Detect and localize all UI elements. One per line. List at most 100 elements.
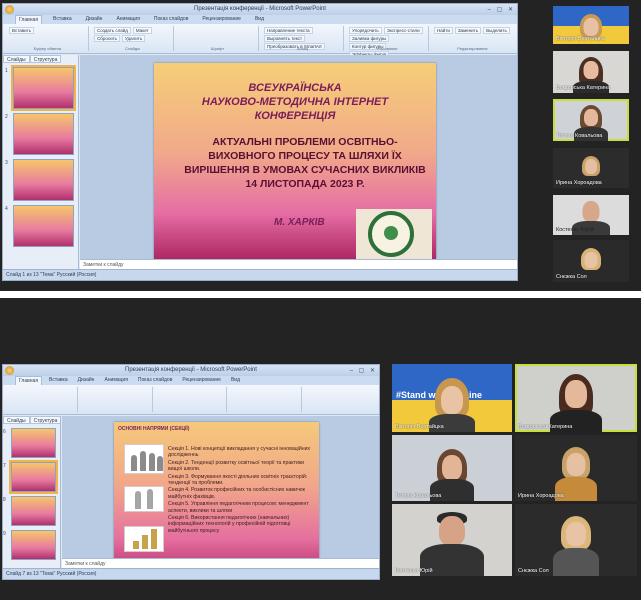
slide-edit-area: ВСЕУКРАЇНСЬКА НАУКОВО-МЕТОДИЧНА ІНТЕРНЕТ… [80,55,517,263]
current-slide[interactable]: ОСНОВНІ НАПРЯМИ (СЕКЦІЇ) Секція 1. Нові … [114,422,319,568]
slide-thumbnail[interactable]: 1 [5,65,76,111]
shape-fill-button[interactable]: Заливка фигуры [349,35,390,42]
arrange-button[interactable]: Упорядочить [349,27,382,34]
participant-name: Костенко Юрій [556,227,594,233]
title-line: 14 ЛИСТОПАДА 2023 Р. [245,178,365,190]
figure [133,541,139,549]
layout-button[interactable]: Макет [132,27,152,34]
tab-outline[interactable]: Структура [29,416,60,424]
slide-thumbnail[interactable]: 3 [5,159,74,201]
participant-tile[interactable]: Тетяна Ковальова [392,435,512,501]
tab-home[interactable]: Главная [15,376,43,385]
quick-styles-button[interactable]: Экспресс-стили [383,27,423,34]
tab-view[interactable]: Вид [252,15,267,24]
tab-slides[interactable]: Слайды [3,55,30,63]
participant-tile[interactable]: Вікторія Вертайцка [553,6,629,44]
ribbon-group [230,387,302,412]
window-titlebar: Презентація конференції - Microsoft Powe… [3,365,379,376]
workspace: Слайды Структура 1 2 3 4 ВСЕУКРАЇНСЬКА Н… [3,55,517,269]
slide-number: 8 [3,497,6,503]
slide-number: 1 [5,68,8,74]
participant-name: Богдорська Катерина [556,85,611,91]
tab-insert[interactable]: Вставка [46,376,71,385]
slide-thumbnails-pane: Слайды Структура 1 2 3 4 [3,55,79,269]
replace-button[interactable]: Заменить [454,27,482,34]
tab-slides[interactable]: Слайды [3,416,30,424]
slide-thumbnail[interactable]: 7 [3,460,58,494]
participant-tile[interactable]: Снєжка Сол [515,504,637,576]
tab-design[interactable]: Дизайн [83,15,106,24]
participant-tile[interactable]: Богдорська Катерина [515,364,637,432]
text-direction-button[interactable]: Направление текста [264,27,313,34]
slide-number: 2 [5,114,8,120]
notes-field[interactable]: Заметки к слайду [80,259,517,269]
tab-insert[interactable]: Вставка [50,15,75,24]
participant-tile[interactable]: Тетяна Ковальова [553,99,629,141]
participant-name: Вікторія Вертайцка [556,36,605,42]
avatar [553,548,599,576]
office-button-icon[interactable] [5,5,14,14]
current-slide[interactable]: ВСЕУКРАЇНСЬКА НАУКОВО-МЕТОДИЧНА ІНТЕРНЕТ… [154,63,436,263]
ribbon-group-drawing: Упорядочить Экспресс-стили Заливка фигур… [347,26,429,58]
participant-tile[interactable]: #Stand with Ukraine Вікторія Вертайцка [392,364,512,432]
slide-thumbnail[interactable]: 6 [3,428,56,458]
tab-design[interactable]: Дизайн [75,376,98,385]
window-title: Презентація конференції - Microsoft Powe… [194,6,326,12]
participant-tile[interactable]: Богдорська Катерина [553,51,629,93]
reset-button[interactable]: Сбросить [94,35,121,42]
participant-tile[interactable]: Снєжка Сол [553,240,629,282]
slide-city: М. ХАРКІВ [274,217,325,228]
figure [151,529,157,549]
figure [157,456,163,471]
slide-thumbnail[interactable]: 4 [5,205,74,247]
tab-review[interactable]: Рецензирование [199,15,244,24]
select-button[interactable]: Выделить [483,27,510,34]
sections-list: Секція 1. Нові концепції викладання у су… [168,446,311,535]
slide-thumbnail[interactable]: 2 [5,113,74,155]
title-line: ВИРІШЕННЯ В УМОВАХ СУЧАСНИХ ВИКЛИКІВ [184,164,426,176]
ribbon: Вставить Буфер обмена Создать слайд Маке… [3,24,517,58]
figure [131,455,137,471]
participant-tile[interactable]: Ирина Хороадова [553,148,629,188]
status-bar: Слайд 7 из 13 "Тема" Русский (Россия) [3,568,379,579]
tab-home[interactable]: Главная [15,15,43,24]
heading-line: КОНФЕРЕНЦІЯ [254,110,336,122]
ribbon-group [81,387,153,412]
slide-thumbnail[interactable]: 8 [3,496,56,526]
find-button[interactable]: Найти [434,27,453,34]
tab-slideshow[interactable]: Показ слайдов [135,376,175,385]
participant-name: Снєжка Сол [556,274,587,280]
tab-review[interactable]: Рецензирование [179,376,224,385]
figure [147,489,153,509]
powerpoint-window: Презентація конференції - Microsoft Powe… [2,364,380,580]
university-emblem-logo [356,209,432,259]
slide-thumbnail[interactable]: 9 [3,530,56,560]
participant-tile[interactable]: Костенко Юрій [553,195,629,235]
notes-field[interactable]: Заметки к слайду [62,558,379,568]
participant-tile[interactable]: Ирина Хороадова [515,435,637,501]
slide-number: 7 [3,463,6,469]
align-text-button[interactable]: Выровнять текст [264,35,306,42]
paste-button[interactable]: Вставить [9,27,35,34]
pane-tabs: Слайды Структура [3,416,60,424]
tab-animation[interactable]: Анимация [113,15,142,24]
tab-slideshow[interactable]: Показ слайдов [151,15,191,24]
ribbon-group-label: Шрифт [210,46,225,51]
participant-tile[interactable]: Костенко Юрій [392,504,512,576]
slide-edit-area: ОСНОВНІ НАПРЯМИ (СЕКЦІЇ) Секція 1. Нові … [62,416,379,568]
tab-animation[interactable]: Анимация [101,376,130,385]
tab-view[interactable]: Вид [228,376,243,385]
puzzle-people-illustration [124,486,164,512]
window-controls[interactable]: – ▢ ✕ [488,5,515,16]
window-controls[interactable]: – ▢ ✕ [350,366,377,377]
new-slide-button[interactable]: Создать слайд [94,27,131,34]
emblem-core [384,226,398,240]
tab-outline[interactable]: Структура [29,55,62,63]
ribbon-group-editing: Найти Заменить Выделить Редактирование [432,26,513,51]
office-button-icon[interactable] [5,366,14,375]
window-title: Презентація конференції - Microsoft Powe… [125,367,257,373]
delete-button[interactable]: Удалить [122,35,146,42]
participant-name: Снєжка Сол [518,568,549,574]
ribbon-group-paragraph: Направление текста Выровнять текст Преоб… [262,26,344,51]
participant-name: Тетяна Ковальова [395,493,442,499]
